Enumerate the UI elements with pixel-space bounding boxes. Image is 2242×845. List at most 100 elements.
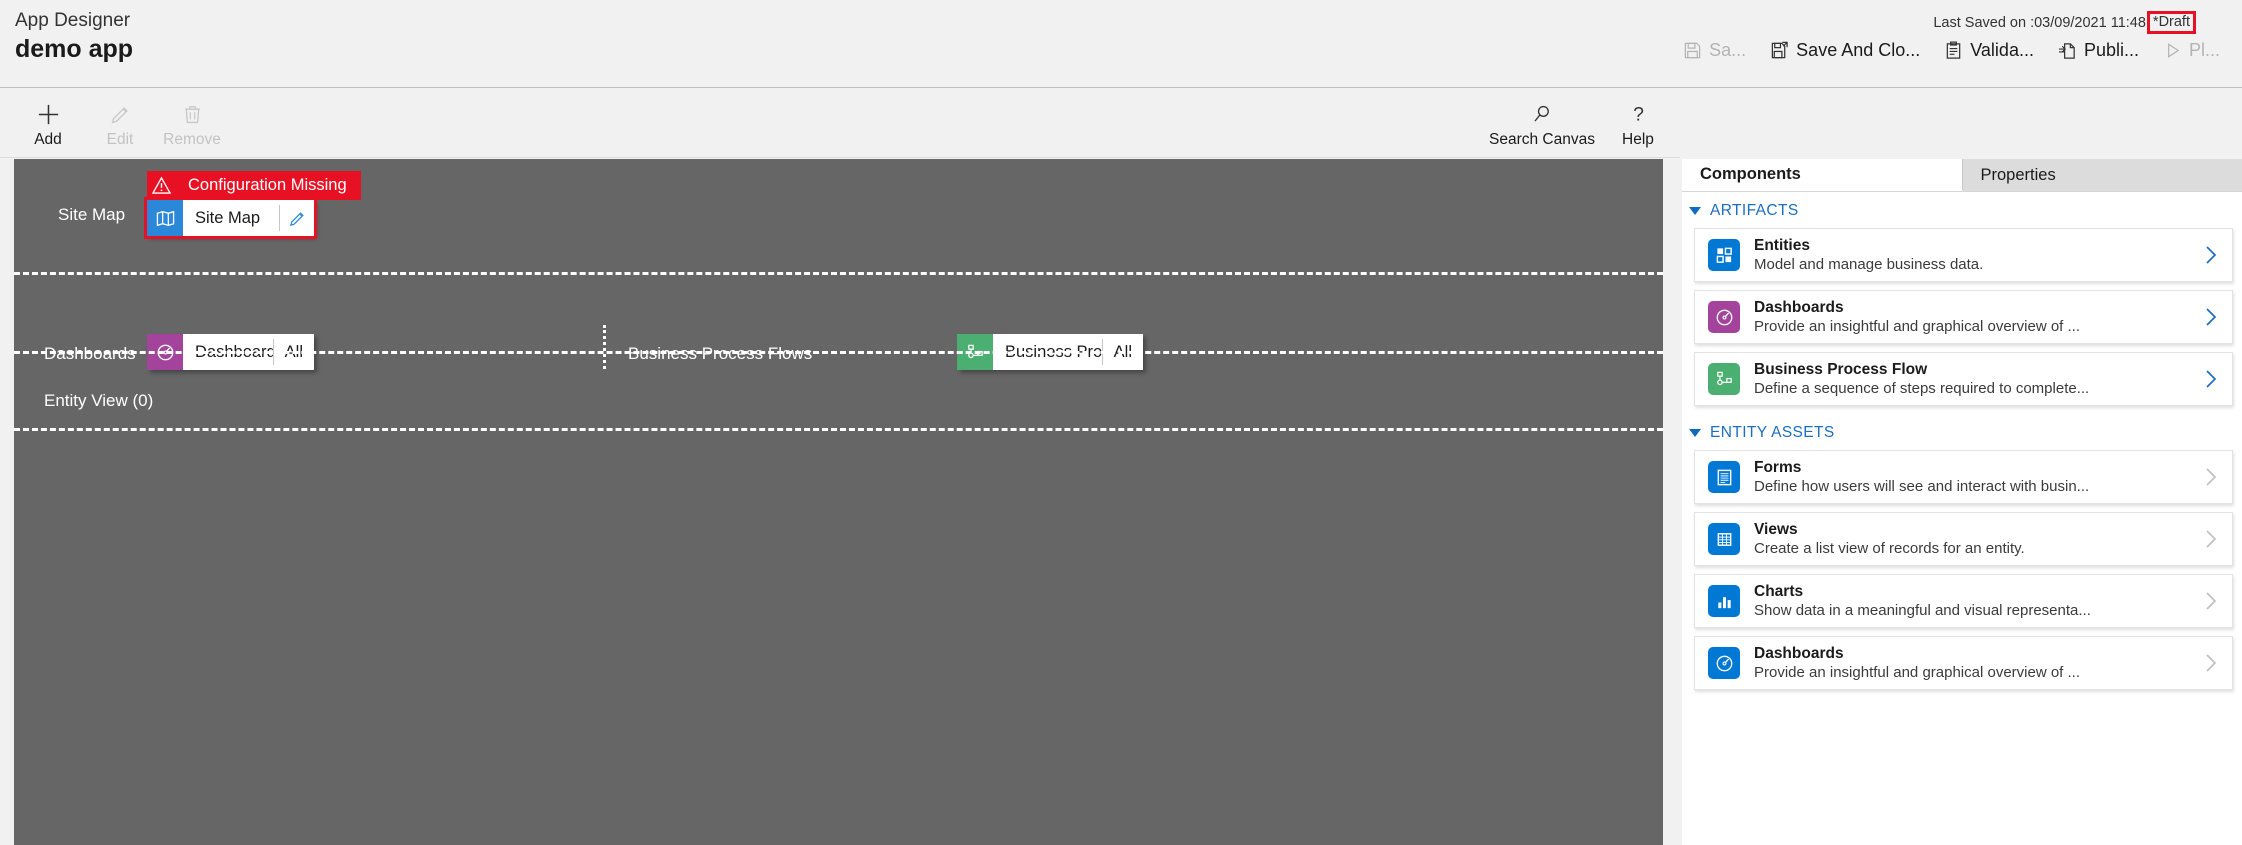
- trash-icon: [181, 100, 204, 128]
- app-canvas[interactable]: Site Map Configuration Missing Site Map: [14, 159, 1663, 845]
- command-bar-left-group: Add Edit Remove: [12, 96, 228, 149]
- component-card-views[interactable]: Views Create a list view of records for …: [1694, 512, 2233, 566]
- last-saved-text: Last Saved on :03/09/2021 11:48: [1933, 15, 2146, 31]
- help-button[interactable]: ? Help: [1602, 96, 1674, 149]
- command-bar-right-group: Search Canvas ? Help: [1482, 96, 1674, 149]
- chevron-right-icon[interactable]: [2200, 652, 2222, 674]
- save-icon: [1683, 41, 1702, 60]
- canvas-row-entity-view[interactable]: Entity View (0): [14, 351, 1663, 428]
- search-canvas-button[interactable]: Search Canvas: [1482, 96, 1602, 149]
- dashboard-gauge-icon: [1708, 301, 1740, 333]
- plus-icon: [36, 100, 61, 128]
- canvas-command-bar: Add Edit Remove Search Canvas ? Help: [0, 89, 1680, 158]
- tab-properties[interactable]: Properties: [1962, 159, 2242, 191]
- add-button-label: Add: [34, 131, 62, 148]
- entity-assets-card-list: Forms Define how users will see and inte…: [1682, 450, 2242, 690]
- card-title: Entities: [1754, 236, 1810, 254]
- chevron-right-icon[interactable]: [2200, 368, 2222, 390]
- canvas-row-sitemap[interactable]: Site Map Configuration Missing Site Map: [14, 159, 1663, 272]
- forms-icon: [1708, 461, 1740, 493]
- business-process-flow-icon: [1708, 363, 1740, 395]
- publish-icon: [2058, 41, 2077, 60]
- card-description: Define how users will see and interact w…: [1754, 477, 2090, 495]
- validate-label: Valida...: [1970, 40, 2034, 60]
- charts-bar-icon: [1708, 585, 1740, 617]
- publish-button[interactable]: Publi...: [2046, 36, 2151, 65]
- save-and-close-button[interactable]: Save And Clo...: [1758, 36, 1932, 65]
- sitemap-tile[interactable]: Site Map: [147, 200, 314, 236]
- card-text: Entities Model and manage business data.: [1740, 237, 2200, 274]
- dashboard-gauge-icon: [1708, 647, 1740, 679]
- help-button-label: Help: [1622, 131, 1654, 148]
- section-header-entity-assets[interactable]: ENTITY ASSETS: [1682, 414, 2242, 450]
- save-and-close-label: Save And Clo...: [1796, 40, 1921, 60]
- component-card-entities[interactable]: Entities Model and manage business data.: [1694, 228, 2233, 282]
- section-artifacts-label: ARTIFACTS: [1710, 202, 1799, 219]
- header-titles: App Designer demo app: [15, 10, 133, 64]
- chevron-right-icon[interactable]: [2200, 244, 2222, 266]
- sitemap-map-icon: [147, 200, 183, 236]
- help-icon: ?: [1627, 100, 1650, 128]
- chevron-right-icon[interactable]: [2200, 466, 2222, 488]
- card-description: Model and manage business data.: [1754, 255, 1984, 273]
- card-description: Show data in a meaningful and visual rep…: [1754, 601, 2091, 619]
- draft-badge: *Draft: [2146, 11, 2196, 34]
- canvas-row-dashboards[interactable]: Dashboards Dashboards All Business Proce…: [14, 272, 1663, 370]
- header-command-bar: Sa... Save And Clo... Valida... Publi...: [1671, 36, 2232, 65]
- card-title: Views: [1754, 520, 1798, 538]
- tab-components[interactable]: Components: [1682, 159, 1963, 191]
- publish-label: Publi...: [2083, 40, 2139, 60]
- save-button-label: Sa...: [1709, 40, 1747, 60]
- remove-button[interactable]: Remove: [156, 96, 228, 149]
- validate-icon: [1944, 41, 1963, 60]
- component-card-charts[interactable]: Charts Show data in a meaningful and vis…: [1694, 574, 2233, 628]
- chevron-right-icon[interactable]: [2200, 528, 2222, 550]
- remove-button-label: Remove: [163, 131, 221, 148]
- section-header-artifacts[interactable]: ARTIFACTS: [1682, 192, 2242, 228]
- card-title: Forms: [1754, 458, 1802, 476]
- card-text: Dashboards Provide an insightful and gra…: [1740, 299, 2200, 336]
- app-header: App Designer demo app Last Saved on :03/…: [0, 0, 2242, 88]
- card-title: Dashboards: [1754, 644, 1844, 662]
- search-icon: [1531, 100, 1554, 128]
- warning-triangle-icon: [147, 176, 176, 195]
- card-text: Forms Define how users will see and inte…: [1740, 459, 2200, 496]
- canvas-separator: [14, 428, 1663, 431]
- chevron-down-icon: [1689, 429, 1701, 437]
- card-title: Business Process Flow: [1754, 360, 1928, 378]
- card-title: Charts: [1754, 582, 1804, 600]
- sitemap-row-label: Site Map: [58, 205, 126, 224]
- card-description: Provide an insightful and graphical over…: [1754, 317, 2081, 335]
- play-button[interactable]: Pl...: [2151, 36, 2232, 65]
- edit-button[interactable]: Edit: [84, 96, 156, 149]
- play-label: Pl...: [2188, 40, 2220, 60]
- chevron-right-icon[interactable]: [2200, 590, 2222, 612]
- sitemap-edit-button[interactable]: [280, 200, 314, 236]
- chevron-right-icon[interactable]: [2200, 306, 2222, 328]
- component-card-business-process-flow[interactable]: Business Process Flow Define a sequence …: [1694, 352, 2233, 406]
- card-description: Define a sequence of steps required to c…: [1754, 379, 2090, 397]
- app-name-title: demo app: [15, 35, 134, 63]
- add-button[interactable]: Add: [12, 96, 84, 149]
- save-button[interactable]: Sa...: [1671, 36, 1758, 65]
- card-title: Dashboards: [1754, 298, 1844, 316]
- validate-button[interactable]: Valida...: [1932, 36, 2046, 65]
- pencil-icon: [109, 100, 132, 128]
- sitemap-tile-name: Site Map: [195, 208, 261, 227]
- card-description: Provide an insightful and graphical over…: [1754, 663, 2081, 681]
- artifacts-card-list: Entities Model and manage business data.…: [1682, 228, 2242, 406]
- card-description: Create a list view of records for an ent…: [1754, 539, 2025, 557]
- component-card-dashboards-entity-asset[interactable]: Dashboards Provide an insightful and gra…: [1694, 636, 2233, 690]
- configuration-missing-banner: Configuration Missing: [147, 171, 361, 200]
- views-grid-icon: [1708, 523, 1740, 555]
- component-card-forms[interactable]: Forms Define how users will see and inte…: [1694, 450, 2233, 504]
- card-text: Views Create a list view of records for …: [1740, 521, 2200, 558]
- card-text: Business Process Flow Define a sequence …: [1740, 361, 2200, 398]
- section-entity-assets-label: ENTITY ASSETS: [1710, 424, 1835, 441]
- component-card-dashboards-artifact[interactable]: Dashboards Provide an insightful and gra…: [1694, 290, 2233, 344]
- entities-icon: [1708, 239, 1740, 271]
- configuration-missing-text: Configuration Missing: [188, 176, 347, 194]
- search-canvas-label: Search Canvas: [1489, 131, 1595, 148]
- panel-tabs: Components Properties: [1682, 159, 2242, 192]
- tab-components-label: Components: [1700, 165, 1801, 183]
